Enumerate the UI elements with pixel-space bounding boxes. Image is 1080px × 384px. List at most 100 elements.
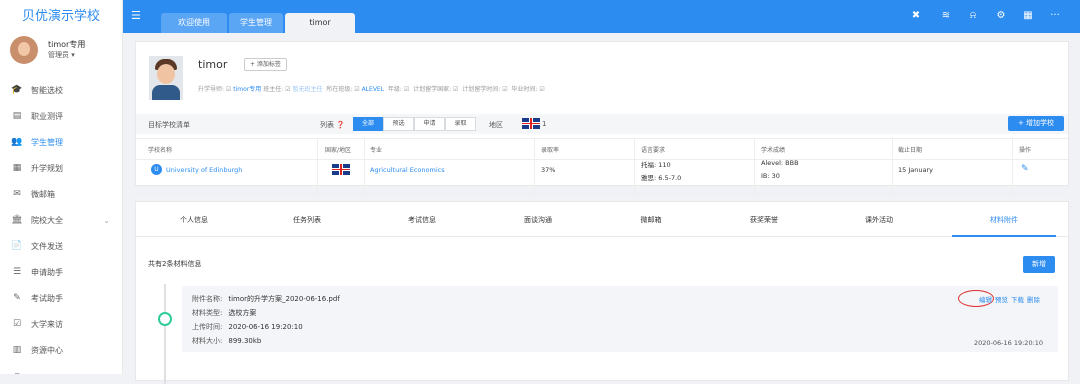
student-avatar xyxy=(149,56,183,100)
gear-icon[interactable]: ⚙ xyxy=(994,10,1008,21)
list-label[interactable]: 列表 ❓ xyxy=(320,120,345,130)
tab-personal-info[interactable]: 个人信息 xyxy=(144,215,244,225)
edit-icon: ☑ xyxy=(354,86,360,93)
bank-icon: 🏛 xyxy=(11,215,23,225)
detail-card: 个人信息 任务列表 考试信息 面谈沟通 微邮箱 获奖荣誉 课外活动 材料附件 共… xyxy=(135,201,1069,384)
user-panel[interactable]: timor专用 管理员 ▾ xyxy=(0,33,122,71)
add-school-button[interactable]: + 增加学校 xyxy=(1008,116,1064,131)
column-header: 学术成绩 xyxy=(761,147,786,154)
sidebar-item-planning[interactable]: ▦ 升学规划 xyxy=(0,155,122,181)
attachment-date: 2020-06-16 19:20:10 xyxy=(974,339,1044,347)
sidebar-item-apply-helper[interactable]: ☰ 申请助手 xyxy=(0,259,122,285)
tab-task-list[interactable]: 任务列表 xyxy=(257,215,357,225)
preview-link[interactable]: 预览 xyxy=(995,296,1008,304)
tab-awards[interactable]: 获奖荣誉 xyxy=(714,215,814,225)
sidebar-item-smart-select[interactable]: 🎓 智能选校 xyxy=(0,77,122,103)
chevron-down-icon[interactable]: ⌄ xyxy=(103,216,110,225)
sidebar-item-file-send[interactable]: 📄 文件发送 xyxy=(0,233,122,259)
student-card: timor + 添加标签 升学导师: ☑ timor专用 班主任: ☑ 暂无班主… xyxy=(135,41,1069,194)
sidebar-item-career-test[interactable]: ▤ 职业测评 xyxy=(0,103,122,129)
school-name-link[interactable]: University of Edinburgh xyxy=(166,166,242,174)
menu-toggle-icon[interactable]: ☰ xyxy=(131,9,141,22)
attachment-item: 附件名称: timor的升学方案_2020-06-16.pdf 材料类型: 选校方案… xyxy=(182,286,1058,352)
sidebar-item-colleges[interactable]: 🏛 院校大全 ⌄ xyxy=(0,207,122,233)
filter-admitted[interactable]: 录取 xyxy=(445,117,476,131)
wifi-icon[interactable]: ≋ xyxy=(939,10,953,21)
school-badge-icon: U xyxy=(151,164,162,175)
sidebar-item-exam-helper[interactable]: ✎ 考试助手 xyxy=(0,285,122,311)
sidebar-item-label: 职业测评 xyxy=(31,111,63,121)
advisor-link[interactable]: timor专用 xyxy=(233,86,261,93)
attachment-count: 共有2条材料信息 xyxy=(148,260,202,268)
column-header: 操作 xyxy=(1019,147,1032,154)
more-icon[interactable]: ··· xyxy=(1048,10,1062,21)
attachment-actions: 编辑 预览 下载 删除 xyxy=(979,294,1043,304)
delete-link[interactable]: 删除 xyxy=(1027,296,1040,304)
add-tag-button[interactable]: + 添加标签 xyxy=(244,58,287,71)
uk-flag-icon[interactable] xyxy=(522,118,540,129)
bell-icon[interactable]: ⍾ xyxy=(966,10,980,21)
sidebar-item-label: 升学规划 xyxy=(31,163,63,173)
close-circle-icon[interactable]: ✖ xyxy=(909,10,923,21)
tab-attachments[interactable]: 材料附件 xyxy=(954,215,1054,225)
academic-ib: IB: 30 xyxy=(761,172,780,180)
school-list-header: 目标学校清单 列表 ❓ 全部 预选 申请 录取 地区 1 + 增加学校 xyxy=(136,114,1068,134)
column-header: 专业 xyxy=(370,147,383,154)
new-attachment-button[interactable]: 新增 xyxy=(1023,256,1055,273)
edit-icon[interactable]: ☑ xyxy=(404,86,409,93)
edit-icon[interactable]: ☑ xyxy=(539,86,544,93)
tab-mailbox[interactable]: 微邮箱 xyxy=(601,215,701,225)
column-header: 学校名称 xyxy=(148,147,173,154)
edit-icon[interactable]: ✎ xyxy=(1021,164,1029,174)
calendar-icon[interactable]: ▦ xyxy=(1021,10,1035,21)
tab-interview[interactable]: 面谈沟通 xyxy=(488,215,588,225)
attachment-size-row: 材料大小: 899.30kb xyxy=(192,337,262,345)
major-link[interactable]: Agricultural Economics xyxy=(370,166,445,174)
timeline-line xyxy=(164,284,166,384)
sidebar-item-more[interactable]: ▪⌄ xyxy=(0,363,122,374)
column-header: 语言要求 xyxy=(641,147,666,154)
class-teacher-link[interactable]: 暂无班主任 xyxy=(292,86,322,93)
language-toefl: 托福: 110 xyxy=(641,161,671,169)
sidebar-item-label: 微邮箱 xyxy=(31,189,55,199)
sidebar-menu: 🎓 智能选校 ▤ 职业测评 👥 学生管理 ▦ 升学规划 ✉ 微邮箱 🏛 院校大全 ⌄ 📄 文件发… xyxy=(0,77,122,374)
tab-welcome[interactable]: 欢迎使用 xyxy=(161,13,227,33)
tab-timor[interactable]: timor xyxy=(285,13,355,33)
sidebar: 贝优演示学校 timor专用 管理员 ▾ 🎓 智能选校 ▤ 职业测评 👥 学生管理 ▦… xyxy=(0,0,123,374)
school-list-title: 目标学校清单 xyxy=(148,121,190,129)
academic-alevel: Alevel: BBB xyxy=(761,159,799,167)
admission-rate: 37% xyxy=(541,166,556,174)
sidebar-item-resources[interactable]: ▥ 资源中心 xyxy=(0,337,122,363)
attachment-type-row: 材料类型: 选校方案 xyxy=(192,309,257,317)
tab-activities[interactable]: 课外活动 xyxy=(829,215,929,225)
sidebar-item-university-visit[interactable]: ☑ 大学来访 xyxy=(0,311,122,337)
filter-preselect[interactable]: 预选 xyxy=(383,117,414,131)
student-name: timor xyxy=(198,58,228,71)
users-icon: 👥 xyxy=(11,137,23,147)
active-tab-indicator xyxy=(952,235,1056,237)
detail-tabs: 个人信息 任务列表 考试信息 面谈沟通 微邮箱 获奖荣誉 课外活动 材料附件 xyxy=(136,202,1068,237)
sidebar-item-mailbox[interactable]: ✉ 微邮箱 xyxy=(0,181,122,207)
school-logo-text[interactable]: 贝优演示学校 xyxy=(0,0,122,33)
edit-icon[interactable]: ☑ xyxy=(502,86,507,93)
region-label: 地区 xyxy=(489,121,503,129)
filter-all[interactable]: 全部 xyxy=(353,117,383,131)
sidebar-item-label: 学生管理 xyxy=(31,137,63,147)
tab-exam-info[interactable]: 考试信息 xyxy=(372,215,472,225)
download-link[interactable]: 下载 xyxy=(1011,296,1024,304)
edit-icon[interactable]: ☑ xyxy=(453,86,458,93)
edit-link[interactable]: 编辑 xyxy=(979,296,992,304)
sidebar-item-student-management[interactable]: 👥 学生管理 xyxy=(0,129,122,155)
student-meta: 升学导师: ☑ timor专用 班主任: ☑ 暂无班主任 所在班级: ☑ ALE… xyxy=(198,86,545,93)
class-link[interactable]: ALEVEL xyxy=(362,86,384,93)
sidebar-item-label: 文件发送 xyxy=(31,241,63,251)
tab-student-management[interactable]: 学生管理 xyxy=(229,13,283,33)
attachment-time-row: 上传时间: 2020-06-16 19:20:10 xyxy=(192,323,303,331)
graduation-cap-icon: 🎓 xyxy=(11,85,23,95)
archive-icon: ▥ xyxy=(12,345,22,355)
user-name: timor专用 xyxy=(48,40,86,49)
filter-apply[interactable]: 申请 xyxy=(414,117,445,131)
avatar[interactable] xyxy=(10,36,38,64)
user-role-dropdown[interactable]: 管理员 ▾ xyxy=(48,50,75,60)
uk-flag-icon xyxy=(332,164,350,175)
